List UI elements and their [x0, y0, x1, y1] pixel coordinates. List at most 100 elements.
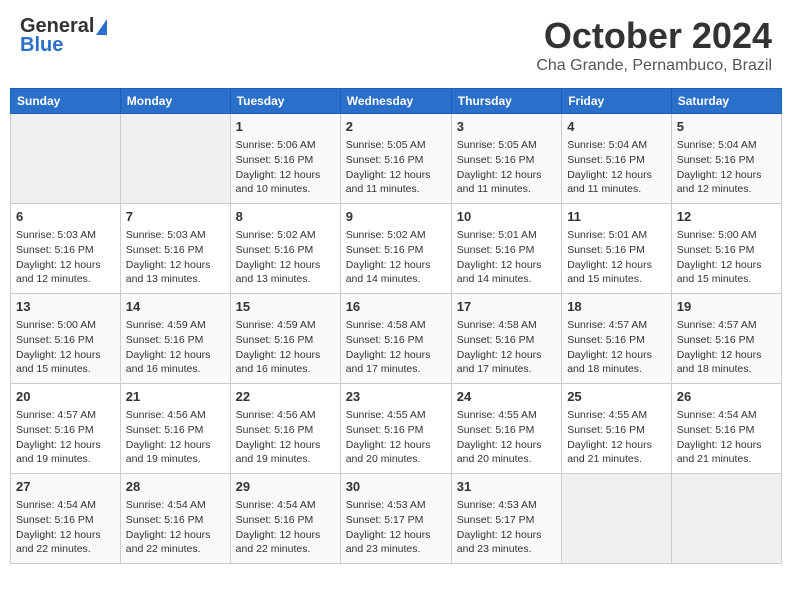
sunset-text: Sunset: 5:16 PM: [567, 334, 645, 346]
daylight-text: Daylight: 12 hours and 18 minutes.: [567, 349, 652, 376]
month-title: October 2024: [536, 15, 772, 57]
calendar-cell: 16Sunrise: 4:58 AMSunset: 5:16 PMDayligh…: [340, 294, 451, 384]
day-number: 20: [16, 388, 115, 406]
sunset-text: Sunset: 5:16 PM: [677, 334, 755, 346]
sunrise-text: Sunrise: 4:54 AM: [236, 499, 316, 511]
sunset-text: Sunset: 5:16 PM: [126, 244, 204, 256]
sunrise-text: Sunrise: 4:54 AM: [677, 409, 757, 421]
page-header: General Blue October 2024 Cha Grande, Pe…: [10, 10, 782, 80]
sunrise-text: Sunrise: 5:01 AM: [567, 229, 647, 241]
sunrise-text: Sunrise: 4:53 AM: [457, 499, 537, 511]
day-of-week-header: Tuesday: [230, 89, 340, 114]
daylight-text: Daylight: 12 hours and 15 minutes.: [16, 349, 101, 376]
sunset-text: Sunset: 5:16 PM: [346, 154, 424, 166]
calendar-week-row: 13Sunrise: 5:00 AMSunset: 5:16 PMDayligh…: [11, 294, 782, 384]
sunset-text: Sunset: 5:16 PM: [567, 154, 645, 166]
calendar-cell: 15Sunrise: 4:59 AMSunset: 5:16 PMDayligh…: [230, 294, 340, 384]
calendar-cell: 24Sunrise: 4:55 AMSunset: 5:16 PMDayligh…: [451, 384, 561, 474]
calendar-cell: 23Sunrise: 4:55 AMSunset: 5:16 PMDayligh…: [340, 384, 451, 474]
day-number: 31: [457, 478, 556, 496]
daylight-text: Daylight: 12 hours and 15 minutes.: [567, 259, 652, 286]
sunrise-text: Sunrise: 4:55 AM: [457, 409, 537, 421]
calendar-table: SundayMondayTuesdayWednesdayThursdayFrid…: [10, 88, 782, 564]
daylight-text: Daylight: 12 hours and 13 minutes.: [126, 259, 211, 286]
logo-arrow-icon: [96, 19, 107, 35]
calendar-cell: 17Sunrise: 4:58 AMSunset: 5:16 PMDayligh…: [451, 294, 561, 384]
day-number: 9: [346, 208, 446, 226]
sunrise-text: Sunrise: 4:54 AM: [16, 499, 96, 511]
sunset-text: Sunset: 5:16 PM: [677, 154, 755, 166]
day-number: 19: [677, 298, 776, 316]
sunset-text: Sunset: 5:16 PM: [346, 244, 424, 256]
day-of-week-header: Monday: [120, 89, 230, 114]
calendar-cell: 3Sunrise: 5:05 AMSunset: 5:16 PMDaylight…: [451, 114, 561, 204]
day-of-week-header: Sunday: [11, 89, 121, 114]
calendar-week-row: 20 Sunrise: 4:57 AM Sunset: 5:16 PM Dayligh…: [11, 384, 782, 474]
sunrise-text: Sunrise: 5:00 AM: [677, 229, 757, 241]
daylight-text: Daylight: 12 hours and 18 minutes.: [677, 349, 762, 376]
sunset-text: Sunset: 5:16 PM: [236, 514, 314, 526]
daylight-text: Daylight: 12 hours and 14 minutes.: [346, 259, 431, 286]
calendar-cell: 26Sunrise: 4:54 AMSunset: 5:16 PMDayligh…: [671, 384, 781, 474]
daylight-text: Daylight: 12 hours and 19 minutes.: [16, 439, 101, 466]
daylight-text: Daylight: 12 hours and 20 minutes.: [457, 439, 542, 466]
daylight-text: Daylight: 12 hours and 21 minutes.: [677, 439, 762, 466]
sunset-text: Sunset: 5:17 PM: [457, 514, 535, 526]
daylight-text: Daylight: 12 hours and 15 minutes.: [677, 259, 762, 286]
day-number: 28: [126, 478, 225, 496]
day-number: 22: [236, 388, 335, 406]
sunrise-text: Sunrise: 5:00 AM: [16, 319, 96, 331]
sunset-text: Sunset: 5:16 PM: [457, 334, 535, 346]
sunset-text: Sunset: 5:16 PM: [346, 424, 424, 436]
calendar-cell: 22Sunrise: 4:56 AMSunset: 5:16 PMDayligh…: [230, 384, 340, 474]
sunset-text: Sunset: 5:16 PM: [236, 154, 314, 166]
day-number: 25: [567, 388, 666, 406]
daylight-text: Daylight: 12 hours and 16 minutes.: [236, 349, 321, 376]
day-number: 8: [236, 208, 335, 226]
sunset-text: Sunset: 5:16 PM: [346, 334, 424, 346]
sunrise-text: Sunrise: 4:55 AM: [567, 409, 647, 421]
calendar-cell: 5Sunrise: 5:04 AMSunset: 5:16 PMDaylight…: [671, 114, 781, 204]
sunrise-text: Sunrise: 4:57 AM: [677, 319, 757, 331]
daylight-text: Daylight: 12 hours and 12 minutes.: [677, 169, 762, 196]
calendar-cell: 8Sunrise: 5:02 AMSunset: 5:16 PMDaylight…: [230, 204, 340, 294]
day-of-week-header: Wednesday: [340, 89, 451, 114]
day-number: 5: [677, 118, 776, 136]
title-section: October 2024 Cha Grande, Pernambuco, Bra…: [536, 15, 772, 75]
sunrise-text: Sunrise: 4:53 AM: [346, 499, 426, 511]
sunrise-text: Sunrise: 5:03 AM: [16, 229, 96, 241]
sunset-text: Sunset: 5:16 PM: [236, 424, 314, 436]
calendar-cell: 10Sunrise: 5:01 AMSunset: 5:16 PMDayligh…: [451, 204, 561, 294]
calendar-cell: 27Sunrise: 4:54 AMSunset: 5:16 PMDayligh…: [11, 474, 121, 564]
sunrise-text: Sunrise: 4:58 AM: [346, 319, 426, 331]
daylight-text: Daylight: 12 hours and 22 minutes.: [126, 529, 211, 556]
calendar-cell: 9Sunrise: 5:02 AMSunset: 5:16 PMDaylight…: [340, 204, 451, 294]
calendar-cell: 20 Sunrise: 4:57 AM Sunset: 5:16 PM Dayligh…: [11, 384, 121, 474]
day-number: 7: [126, 208, 225, 226]
sunrise-text: Sunrise: 5:05 AM: [457, 139, 537, 151]
day-number: 16: [346, 298, 446, 316]
day-number: 12: [677, 208, 776, 226]
calendar-cell: 14Sunrise: 4:59 AMSunset: 5:16 PMDayligh…: [120, 294, 230, 384]
day-number: 10: [457, 208, 556, 226]
daylight-text: Daylight: 12 hours and 23 minutes.: [346, 529, 431, 556]
sunrise-text: Sunrise: 4:57 AM: [16, 409, 96, 421]
calendar-cell: 28Sunrise: 4:54 AMSunset: 5:16 PMDayligh…: [120, 474, 230, 564]
sunset-text: Sunset: 5:16 PM: [567, 244, 645, 256]
calendar-header-row: SundayMondayTuesdayWednesdayThursdayFrid…: [11, 89, 782, 114]
calendar-cell: 2Sunrise: 5:05 AMSunset: 5:16 PMDaylight…: [340, 114, 451, 204]
calendar-body: 1Sunrise: 5:06 AMSunset: 5:16 PMDaylight…: [11, 114, 782, 564]
calendar-cell: 1Sunrise: 5:06 AMSunset: 5:16 PMDaylight…: [230, 114, 340, 204]
day-number: 1: [236, 118, 335, 136]
sunset-text: Sunset: 5:16 PM: [126, 514, 204, 526]
logo: General Blue: [20, 15, 107, 57]
day-number: 3: [457, 118, 556, 136]
sunset-text: Sunset: 5:16 PM: [457, 244, 535, 256]
location-text: Cha Grande, Pernambuco, Brazil: [536, 57, 772, 75]
day-number: 2: [346, 118, 446, 136]
day-number: 15: [236, 298, 335, 316]
calendar-cell: [120, 114, 230, 204]
sunset-text: Sunset: 5:16 PM: [457, 154, 535, 166]
day-of-week-header: Saturday: [671, 89, 781, 114]
sunset-text: Sunset: 5:16 PM: [16, 424, 94, 436]
